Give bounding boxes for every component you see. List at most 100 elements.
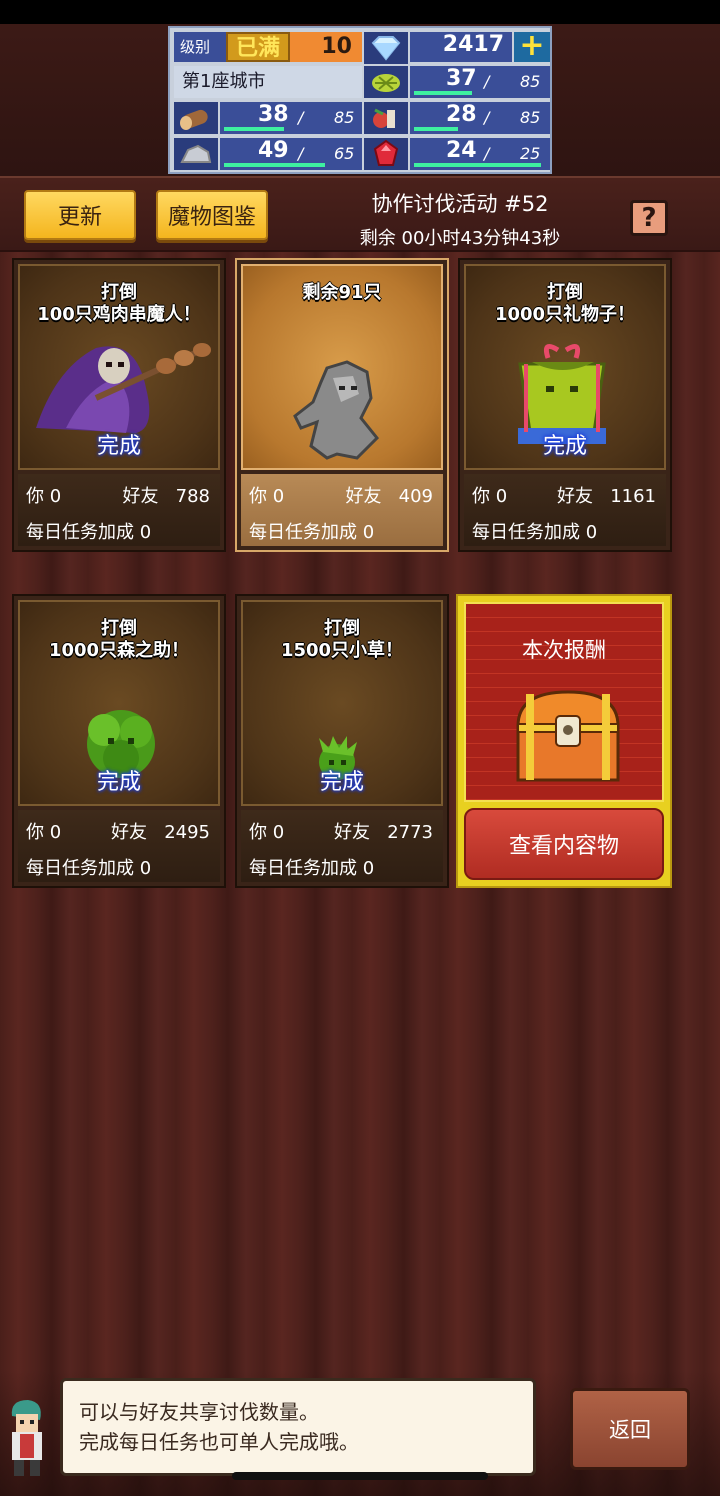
ruby-value: 24	[446, 138, 477, 163]
gem-count-box: 2417	[410, 32, 512, 62]
ore-value: 49	[258, 138, 289, 163]
event-title: 协作讨伐活动 #52	[371, 192, 549, 216]
you-count: 你 0	[26, 486, 62, 507]
card-title: 剩余91只	[237, 282, 447, 304]
card-title-line1: 打倒	[324, 618, 360, 639]
friend-label: 好友	[122, 486, 159, 507]
wood-value: 38	[258, 102, 289, 127]
card-title: 打倒 1000只森之助！	[14, 618, 224, 662]
food-slash: /	[484, 108, 490, 127]
event-timer: 剩余 00小时43分钟43秒	[359, 228, 561, 249]
card-title: 打倒 100只鸡肉串魔人！	[14, 282, 224, 326]
friend-count: 好友 1161	[557, 482, 656, 508]
daily-bonus: 每日任务加成 0	[472, 522, 598, 543]
grass-value: 37	[446, 66, 477, 91]
reaper-monster-icon	[36, 343, 211, 433]
hint-line-1: 可以与好友共享讨伐数量。	[79, 1400, 319, 1424]
stats-panel: 级别 已满 10 2417 + 第1座城市 37 / 85 38 / 85 28…	[168, 26, 552, 174]
back-button[interactable]: 返回	[570, 1388, 690, 1470]
ruby-max: 25	[520, 144, 541, 163]
refresh-button[interactable]: 更新	[24, 190, 136, 240]
monster-card-5[interactable]: 打倒 1500只小草！ 完成 你 0 好友 2773 每日任务加成 0	[235, 594, 449, 888]
food-max: 85	[520, 108, 541, 127]
monster-card-1[interactable]: 打倒 100只鸡肉串魔人！ 完成 你 0 好友 788 每日任务加成 0	[12, 258, 226, 552]
wood-resource: 38 / 85	[220, 102, 362, 134]
friend-value: 1161	[610, 486, 656, 507]
card-info: 你 0 好友 409 每日任务加成 0	[241, 474, 443, 546]
stone-golem-icon	[293, 360, 380, 460]
friend-count: 好友 409	[345, 482, 433, 508]
you-count: 你 0	[472, 486, 508, 507]
friend-label: 好友	[345, 486, 382, 507]
hint-dialog: 可以与好友共享讨伐数量。 完成每日任务也可单人完成哦。	[60, 1378, 536, 1476]
grass-slash: /	[484, 72, 490, 91]
card-title-line2: 1000只礼物子！	[494, 304, 636, 325]
gem-icon	[364, 32, 408, 64]
daily-bonus: 每日任务加成 0	[26, 522, 152, 543]
status-bar	[0, 0, 720, 24]
friend-value: 788	[175, 486, 210, 507]
ruby-slash: /	[484, 144, 490, 163]
reward-title: 本次报酬	[522, 638, 606, 662]
grass-max: 85	[520, 72, 541, 91]
treasure-chest-icon	[516, 690, 620, 782]
daily-bonus: 每日任务加成 0	[249, 858, 375, 879]
card-title-line2: 100只鸡肉串魔人！	[37, 304, 201, 325]
view-contents-button[interactable]: 查看内容物	[464, 808, 664, 880]
complete-label: 完成	[96, 770, 141, 795]
wood-slash: /	[298, 108, 304, 127]
home-indicator[interactable]	[232, 1472, 488, 1480]
food-value: 28	[446, 102, 477, 127]
add-gems-button[interactable]: +	[514, 31, 550, 62]
card-info: 你 0 好友 788 每日任务加成 0	[18, 474, 220, 546]
daily-bonus: 每日任务加成 0	[26, 858, 152, 879]
level-label: 级别	[174, 32, 226, 62]
ruby-resource: 24 / 25	[410, 138, 550, 170]
friend-count: 好友 2773	[334, 818, 433, 844]
complete-label: 完成	[319, 770, 364, 795]
ore-bar	[224, 163, 325, 167]
reward-card: 本次报酬 查看内容物	[456, 594, 672, 888]
wood-max: 85	[334, 108, 355, 127]
friend-value: 409	[398, 486, 433, 507]
monster-card-4[interactable]: 打倒 1000只森之助！ 完成 你 0 好友 2495 每日任务加成 0	[12, 594, 226, 888]
friend-label: 好友	[111, 822, 148, 843]
card-title-line2: 1500只小草！	[280, 640, 404, 661]
card-title: 打倒 1500只小草！	[237, 618, 447, 662]
reward-panel: 本次报酬	[464, 602, 664, 802]
friend-count: 好友 788	[122, 482, 210, 508]
monster-card-2[interactable]: 剩余91只 你 0 好友 409 每日任务加成 0	[235, 258, 449, 552]
card-title-line2: 1000只森之助！	[48, 640, 190, 661]
card-title-line1: 打倒	[101, 618, 137, 639]
friend-label: 好友	[334, 822, 371, 843]
monster-card-3[interactable]: 打倒 1000只礼物子！ 完成 你 0 好友 1161 每日任务加成 0	[458, 258, 672, 552]
friend-label: 好友	[557, 486, 594, 507]
grass-resource-icon	[364, 66, 408, 98]
card-info: 你 0 好友 2495 每日任务加成 0	[18, 810, 220, 882]
hint-line-2: 完成每日任务也可单人完成哦。	[79, 1430, 359, 1454]
level-value: 10	[290, 32, 362, 62]
food-resource-icon	[364, 102, 408, 134]
food-bar	[414, 127, 458, 131]
grass-bar	[414, 91, 472, 95]
card-info: 你 0 好友 1161 每日任务加成 0	[464, 474, 666, 546]
ore-resource: 49 / 65	[220, 138, 362, 170]
complete-label: 完成	[542, 434, 587, 459]
friend-count: 好友 2495	[111, 818, 210, 844]
help-button[interactable]: ?	[630, 200, 668, 236]
ore-slash: /	[298, 144, 304, 163]
you-count: 你 0	[249, 822, 285, 843]
ruby-resource-icon	[364, 138, 408, 170]
card-info: 你 0 好友 2773 每日任务加成 0	[241, 810, 443, 882]
wood-bar	[224, 127, 284, 131]
you-count: 你 0	[26, 822, 62, 843]
guide-character-icon	[11, 1400, 42, 1476]
card-title: 打倒 1000只礼物子！	[460, 282, 670, 326]
ruby-bar	[414, 163, 541, 167]
ore-resource-icon	[174, 138, 218, 170]
monster-book-button[interactable]: 魔物图鉴	[156, 190, 268, 240]
friend-value: 2773	[387, 822, 433, 843]
card-title-line1: 剩余91只	[302, 282, 382, 303]
food-resource: 28 / 85	[410, 102, 550, 134]
friend-value: 2495	[164, 822, 210, 843]
